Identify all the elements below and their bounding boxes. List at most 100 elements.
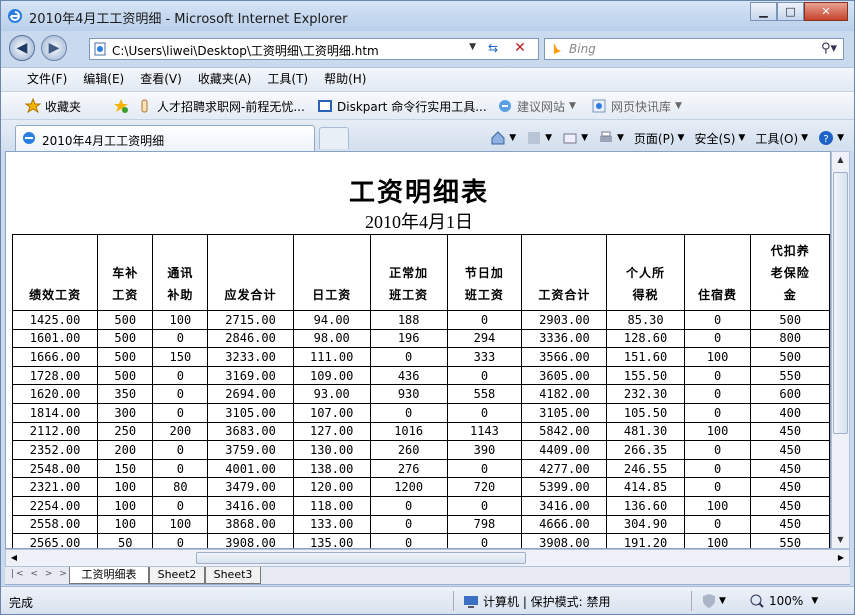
chevron-down-icon: ▼ (569, 101, 576, 111)
search-icon[interactable]: ⚲▾ (821, 41, 837, 56)
table-cell: 94.00 (292, 310, 371, 330)
menu-help[interactable]: 帮助(H) (316, 68, 374, 91)
address-text[interactable]: C:\Users\liwei\Desktop\工资明细\工资明细.htm (112, 42, 379, 59)
table-cell: 4666.00 (521, 514, 608, 535)
sheet-nav-arrows-icon[interactable]: |< < > >| (11, 569, 74, 579)
favorite-link-2-label: Diskpart 命令行实用工具... (337, 99, 487, 114)
table-cell: 135.00 (292, 533, 371, 548)
table-cell: 550 (750, 533, 830, 548)
table-row: 2112.00 250 200 3683.00 127.00 1016 1143 5842.0… (11, 421, 830, 442)
close-button[interactable]: ✕ (804, 2, 848, 21)
table-cell: 1143 (446, 421, 523, 442)
browser-tab[interactable]: 2010年4月工工资明细 (15, 125, 315, 151)
table-cell: 0 (683, 402, 752, 423)
print-button[interactable]: ▼ (598, 130, 624, 146)
new-tab-button[interactable] (319, 127, 349, 149)
table-cell: 500 (97, 328, 154, 349)
refresh-icon[interactable]: ⇆ (482, 41, 504, 57)
status-divider (453, 591, 454, 611)
column-header: 代扣养 老保险 金 (750, 234, 830, 311)
table-cell: 550 (750, 365, 830, 386)
table-cell: 0 (369, 402, 448, 423)
table-cell: 500 (750, 347, 830, 367)
doc-icon (318, 100, 332, 112)
table-cell: 0 (446, 402, 523, 423)
menu-tools[interactable]: 工具(T) (259, 68, 316, 91)
table-cell: 5842.00 (521, 421, 608, 442)
protected-mode-button[interactable]: ▼ (701, 593, 726, 609)
tools-menu-label: 工具(O) (755, 131, 799, 146)
tools-menu[interactable]: 工具(O) ▼ (755, 130, 808, 147)
address-bar[interactable]: C:\Users\liwei\Desktop\工资明细\工资明细.htm ▼ ⇆… (89, 38, 539, 60)
stop-icon[interactable]: ✕ (510, 40, 530, 58)
suggested-sites-label: 建议网站 (517, 99, 566, 114)
column-header: 通讯 补助 (152, 234, 209, 311)
status-text: 完成 (9, 596, 34, 610)
forward-button[interactable]: ▶ (41, 35, 67, 61)
minimize-button[interactable]: ▁ (750, 2, 777, 21)
menu-edit[interactable]: 编辑(E) (75, 68, 132, 91)
table-body: 1425.00 500 100 2715.00 94.00 188 0 2903.00 85.3… (11, 310, 830, 548)
safety-menu[interactable]: 安全(S) ▼ (694, 130, 745, 147)
printer-icon (599, 131, 612, 142)
back-button[interactable]: ◀ (9, 35, 35, 61)
address-dropdown-icon[interactable]: ▼ (469, 42, 476, 52)
table-cell: 100 (683, 533, 752, 548)
security-zone[interactable]: 计算机 | 保护模式: 禁用 (463, 593, 611, 610)
home-button[interactable]: ▼ (490, 130, 516, 146)
sheet-tab-2[interactable]: Sheet2 (149, 567, 205, 584)
menu-favorites[interactable]: 收藏夹(A) (190, 68, 260, 91)
page-menu[interactable]: 页面(P) ▼ (634, 130, 685, 147)
table-cell: 100 (683, 421, 752, 442)
table-cell: 350 (97, 384, 154, 404)
column-header: 正常加 班工资 (369, 234, 448, 311)
horizontal-scroll-thumb[interactable] (196, 552, 526, 564)
scroll-up-icon[interactable]: ▲ (832, 152, 849, 168)
table-cell: 100 (97, 495, 154, 516)
feeds-button[interactable]: ▼ (526, 130, 552, 146)
suggested-sites[interactable]: 建议网站 ▼ (497, 97, 576, 115)
sheet-tab-3[interactable]: Sheet3 (205, 567, 261, 584)
horizontal-scrollbar[interactable]: ◀ ▶ (5, 549, 850, 567)
favorite-link-2[interactable]: Diskpart 命令行实用工具... (317, 97, 487, 115)
table-cell: 450 (750, 421, 830, 442)
maximize-button[interactable]: □ (777, 2, 804, 21)
table-cell: 2321.00 (11, 477, 99, 497)
table-cell: 1666.00 (11, 347, 99, 367)
sheet-date: 2010年4月1日 (365, 212, 473, 232)
page-icon (94, 42, 106, 56)
table-cell: 100 (683, 347, 752, 367)
vertical-scrollbar[interactable]: ▲ ▼ (831, 151, 850, 549)
search-box[interactable]: Bing ⚲▾ (544, 38, 844, 60)
favorite-link-1[interactable]: 人才招聘求职网-前程无忧... (137, 97, 305, 115)
table-cell: 0 (446, 310, 523, 330)
mail-button[interactable]: ▼ (562, 130, 588, 146)
menu-file[interactable]: 文件(F) (19, 68, 75, 91)
table-cell: 600 (750, 384, 830, 404)
address-row: ◀ ▶ C:\Users\liwei\Desktop\工资明细\工资明细.htm… (1, 31, 854, 67)
table-cell: 414.85 (606, 477, 685, 497)
table-row: 1425.00 500 100 2715.00 94.00 188 0 2903.00 85.3… (11, 310, 830, 330)
feed-icon (528, 132, 541, 144)
zoom-control[interactable]: 100% ▼ (749, 593, 818, 609)
scroll-right-icon[interactable]: ▶ (833, 550, 849, 566)
table-cell: 246.55 (606, 458, 685, 479)
window-controls: ▁ □ ✕ (750, 2, 848, 22)
web-slice-label: 网页快讯库 (611, 99, 672, 114)
scroll-left-icon[interactable]: ◀ (6, 550, 22, 566)
table-cell: 800 (750, 328, 830, 349)
help-button[interactable]: ? ▼ (818, 130, 844, 146)
table-cell: 481.30 (606, 421, 685, 442)
sheet-tab-1[interactable]: 工资明细表 (69, 567, 149, 584)
table-cell: 0 (369, 495, 448, 516)
title-bar[interactable]: 2010年4月工工资明细 - Microsoft Internet Explor… (1, 1, 854, 31)
add-favorite-button[interactable] (113, 97, 133, 115)
web-slice-gallery[interactable]: 网页快讯库 ▼ (591, 97, 682, 115)
scroll-down-icon[interactable]: ▼ (832, 532, 849, 548)
favorites-button[interactable]: 收藏夹 (25, 97, 81, 115)
favorites-label: 收藏夹 (45, 99, 82, 114)
table-cell: 500 (97, 310, 154, 330)
vertical-scroll-thumb[interactable] (833, 172, 848, 434)
menu-view[interactable]: 查看(V) (132, 68, 190, 91)
hand-icon (141, 99, 148, 113)
